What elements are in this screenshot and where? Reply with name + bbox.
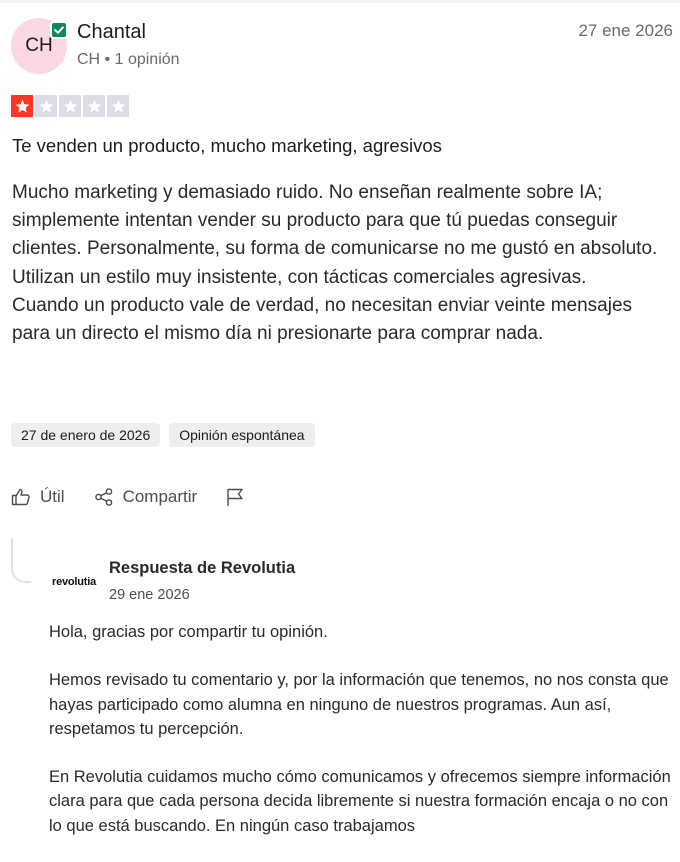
- share-icon: [94, 487, 114, 507]
- reply-body: Hola, gracias por compartir tu opinión. …: [49, 620, 674, 862]
- reply-title: Respuesta de Revolutia: [109, 559, 296, 577]
- review-body: Mucho marketing y demasiado ruido. No en…: [12, 179, 672, 348]
- star-empty-icon: [59, 95, 81, 117]
- star-rating: [11, 95, 129, 117]
- review-actions: Útil Compartir: [11, 485, 245, 509]
- thumbs-up-icon: [11, 487, 31, 507]
- reply-date: 29 ene 2026: [109, 587, 190, 603]
- share-label: Compartir: [122, 487, 198, 506]
- flag-icon: [225, 487, 245, 507]
- top-divider: [0, 0, 680, 3]
- spontaneous-review-tag: Opinión espontánea: [169, 423, 315, 447]
- report-button[interactable]: [225, 487, 245, 507]
- reviewer-name[interactable]: Chantal: [77, 21, 146, 44]
- useful-button[interactable]: Útil: [11, 487, 65, 507]
- review-paragraph: Cuando un producto vale de verdad, no ne…: [12, 294, 633, 345]
- reply-connector: [11, 538, 31, 583]
- star-empty-icon: [107, 95, 129, 117]
- review-tags: 27 de enero de 2026 Opinión espontánea: [11, 423, 315, 447]
- star-empty-icon: [35, 95, 57, 117]
- reviewer-meta: CH • 1 opinión: [77, 51, 180, 68]
- reply-paragraph: En Revolutia cuidamos mucho cómo comunic…: [49, 768, 671, 835]
- reply-paragraph: Hola, gracias por compartir tu opinión.: [49, 623, 328, 641]
- reply-paragraph: Hemos revisado tu comentario y, por la i…: [49, 671, 669, 738]
- review-paragraph: Mucho marketing y demasiado ruido. No en…: [12, 182, 658, 288]
- review-title: Te venden un producto, mucho marketing, …: [12, 135, 442, 156]
- useful-label: Útil: [40, 487, 65, 506]
- experience-date-tag: 27 de enero de 2026: [11, 423, 161, 447]
- star-empty-icon: [83, 95, 105, 117]
- check-badge-icon: [50, 21, 68, 39]
- review-date: 27 ene 2026: [578, 21, 673, 40]
- revolutia-logo: revolutia: [52, 576, 97, 588]
- share-button[interactable]: Compartir: [94, 487, 198, 507]
- star-filled-icon: [11, 95, 33, 117]
